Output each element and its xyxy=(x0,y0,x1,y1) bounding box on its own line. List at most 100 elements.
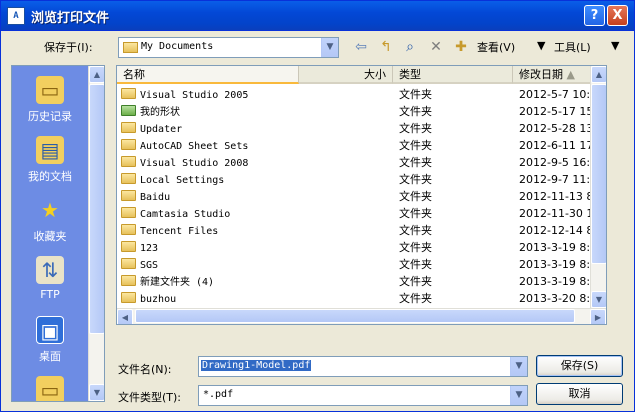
file-row[interactable]: buzhou 文件夹 2013-3-20 8:42 xyxy=(117,290,604,308)
file-row[interactable]: Tencent Files 文件夹 2012-12-14 8:50 xyxy=(117,222,606,239)
place-more[interactable]: ▭ xyxy=(12,370,88,401)
file-name-text: SGS xyxy=(140,260,159,271)
save-in-value: My Documents xyxy=(141,41,214,52)
file-row[interactable]: Camtasia Studio 文件夹 2012-11-30 15:4 xyxy=(117,205,606,223)
new-folder-icon[interactable]: ✚ xyxy=(451,37,471,57)
scroll-thumb[interactable] xyxy=(135,309,575,323)
file-row[interactable]: Updater 文件夹 2012-5-28 13:04 xyxy=(117,120,606,138)
chevron-down-icon[interactable]: ▼ xyxy=(510,357,527,376)
file-list-hscroll[interactable]: ◀ ▶ xyxy=(117,308,606,324)
places-scrollbar[interactable]: ▲ ▼ xyxy=(88,66,104,401)
file-name-text: 123 xyxy=(140,243,159,254)
file-name: buzhou xyxy=(121,290,176,308)
file-name-text: Tencent Files xyxy=(140,226,219,237)
filename-input[interactable]: Drawing1-Model.pdf ▼ xyxy=(198,356,528,377)
place-label: FTP xyxy=(40,288,60,301)
file-name-text: Visual Studio 2008 xyxy=(140,158,249,169)
file-row[interactable]: 我的形状 文件夹 2012-5-17 15:00 xyxy=(117,103,606,120)
file-name-text: Camtasia Studio xyxy=(140,209,231,220)
scroll-thumb[interactable] xyxy=(89,84,104,334)
file-name-text: Local Settings xyxy=(140,175,225,186)
column-header-name[interactable]: 名称 xyxy=(117,66,299,84)
file-row[interactable]: Baidu 文件夹 2012-11-13 8:12 xyxy=(117,188,606,205)
place-label: 收藏夹 xyxy=(33,230,67,243)
file-type: 文件夹 xyxy=(399,241,432,254)
tools-menu[interactable]: 工具(L) xyxy=(554,39,591,55)
scroll-thumb[interactable] xyxy=(591,84,606,264)
folder-icon xyxy=(121,275,136,286)
folder-icon xyxy=(121,224,136,235)
chevron-down-icon[interactable]: ▼ xyxy=(321,38,338,57)
place-favorites[interactable]: ★ 收藏夹 xyxy=(12,190,88,250)
title-bar[interactable]: A 浏览打印文件 ? X xyxy=(1,1,634,31)
folder-icon xyxy=(123,42,138,53)
back-icon[interactable]: ⇦ xyxy=(351,37,371,57)
scroll-right-icon[interactable]: ▶ xyxy=(590,309,606,324)
views-dropdown-icon[interactable]: ▼ xyxy=(537,39,545,52)
file-type: 文件夹 xyxy=(399,156,432,169)
scroll-up-icon[interactable]: ▲ xyxy=(89,66,104,83)
place-my-documents[interactable]: ▤ 我的文档 xyxy=(12,130,88,190)
filetype-value: *.pdf xyxy=(203,389,234,400)
shapes-folder-icon xyxy=(121,105,136,116)
file-row[interactable]: Visual Studio 2005 文件夹 2012-5-7 10:51 xyxy=(117,86,604,103)
file-row[interactable]: Visual Studio 2008 文件夹 2012-9-5 16:13 xyxy=(117,154,604,171)
column-header-size[interactable]: 大小 xyxy=(299,66,393,84)
star-icon: ★ xyxy=(41,198,59,222)
file-row[interactable]: 123 文件夹 2013-3-19 8:35 xyxy=(117,239,604,256)
folder-icon xyxy=(121,241,136,252)
column-header-type[interactable]: 类型 xyxy=(393,66,513,84)
chevron-down-icon[interactable]: ▼ xyxy=(510,386,527,405)
folder-icon xyxy=(121,207,136,218)
folder-icon xyxy=(121,139,136,150)
ftp-icon: ⇅ xyxy=(36,256,64,284)
folder-icon xyxy=(121,122,136,133)
folder-icon: ▭ xyxy=(36,376,64,401)
scroll-down-icon[interactable]: ▼ xyxy=(591,291,606,308)
save-in-label: 保存于(I): xyxy=(44,41,93,54)
save-button[interactable]: 保存(S) xyxy=(536,355,623,377)
file-type: 文件夹 xyxy=(399,207,432,220)
file-type: 文件夹 xyxy=(399,173,432,186)
folder-icon xyxy=(121,173,136,184)
column-header-date[interactable]: 修改日期 ▲ xyxy=(513,66,592,84)
file-name: Local Settings xyxy=(121,171,224,189)
filetype-dropdown[interactable]: *.pdf ▼ xyxy=(198,385,528,406)
file-name: Updater xyxy=(121,120,182,138)
save-dialog: A 浏览打印文件 ? X 保存于(I): My Documents ▼ ⇦ ↰ … xyxy=(0,0,635,412)
file-name: Camtasia Studio xyxy=(121,205,230,223)
file-type: 文件夹 xyxy=(399,88,432,101)
folder-icon xyxy=(121,258,136,269)
delete-icon[interactable]: ✕ xyxy=(426,37,446,57)
help-button[interactable]: ? xyxy=(584,5,605,26)
close-button[interactable]: X xyxy=(607,5,628,26)
window-title: 浏览打印文件 xyxy=(31,11,110,26)
file-row[interactable]: Local Settings 文件夹 2012-9-7 11:55 xyxy=(117,171,604,189)
file-list-vscroll[interactable]: ▲ ▼ xyxy=(590,66,606,308)
place-ftp[interactable]: ⇅ FTP xyxy=(12,250,88,310)
file-type: 文件夹 xyxy=(399,139,432,152)
folder-icon xyxy=(121,88,136,99)
file-type: 文件夹 xyxy=(399,190,432,203)
tools-dropdown-icon[interactable]: ▼ xyxy=(611,39,619,52)
folder-icon: ▤ xyxy=(36,136,64,164)
scroll-left-icon[interactable]: ◀ xyxy=(117,309,133,324)
file-list[interactable]: 名称 大小 类型 修改日期 ▲ Visual Studio 2005 文件夹 201… xyxy=(116,65,607,325)
file-row[interactable]: 新建文件夹 (4) 文件夹 2013-3-19 8:35 xyxy=(117,273,604,290)
filename-value: Drawing1-Model.pdf xyxy=(201,360,312,371)
filename-label: 文件名(N): xyxy=(118,363,172,376)
file-name-text: Visual Studio 2005 xyxy=(140,90,249,101)
file-row[interactable]: AutoCAD Sheet Sets 文件夹 2012-6-11 17:00 xyxy=(117,137,606,154)
scroll-down-icon[interactable]: ▼ xyxy=(89,384,104,401)
folder-icon xyxy=(121,292,136,303)
save-in-dropdown[interactable]: My Documents ▼ xyxy=(118,37,339,58)
up-folder-icon[interactable]: ↰ xyxy=(376,37,396,57)
place-history[interactable]: ▭ 历史记录 xyxy=(12,70,88,130)
view-menu[interactable]: 查看(V) xyxy=(477,39,515,55)
scroll-up-icon[interactable]: ▲ xyxy=(591,66,606,83)
file-row[interactable]: SGS 文件夹 2013-3-19 8:35 xyxy=(117,256,604,273)
search-web-icon[interactable]: ⌕ xyxy=(400,37,420,57)
place-desktop[interactable]: ▣ 桌面 xyxy=(12,310,88,370)
cancel-button[interactable]: 取消 xyxy=(536,383,623,405)
folder-icon: ▭ xyxy=(36,76,64,104)
